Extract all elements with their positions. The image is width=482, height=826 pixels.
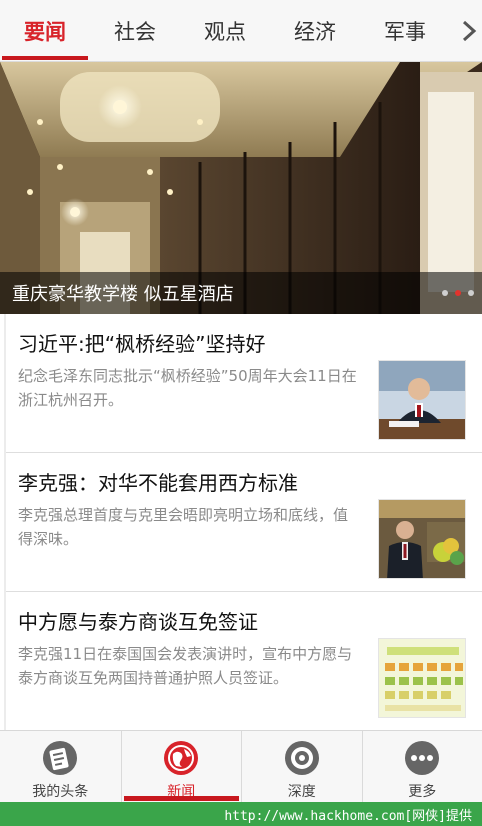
news-summary: 李克强总理首度与克里会晤即亮明立场和底线，值得深味。 — [18, 506, 349, 548]
top-tab-bar: 要闻 社会 观点 经济 军事 — [0, 0, 482, 62]
tab-label: 要闻 — [24, 20, 66, 44]
nav-label: 新闻 — [167, 784, 196, 800]
carousel-dot[interactable] — [442, 290, 448, 296]
carousel-indicator — [442, 290, 474, 296]
globe-icon — [162, 739, 200, 777]
more-dots-icon — [403, 739, 441, 777]
news-summary: 李克强11日在泰国国会发表演讲时，宣布中方愿与泰方商谈互免两国持普通护照人员签证… — [18, 645, 353, 687]
news-item[interactable]: 习近平:把“枫桥经验”坚持好 纪念毛泽东同志批示“枫桥经验”50周年大会11日在… — [6, 314, 482, 453]
tab-label: 社会 — [114, 20, 156, 44]
tab-label: 经济 — [294, 20, 336, 44]
news-summary: 纪念毛泽东同志批示“枫桥经验”50周年大会11日在浙江杭州召开。 — [18, 367, 357, 409]
nav-news[interactable]: 新闻 — [120, 731, 242, 803]
nav-depth[interactable]: 深度 — [241, 731, 362, 803]
tab-label: 军事 — [384, 20, 426, 44]
bottom-nav: 我的头条 新闻 深度 更多 — [0, 730, 482, 803]
tab-junshi[interactable]: 军事 — [360, 0, 450, 62]
news-title: 习近平:把“枫桥经验”坚持好 — [18, 332, 266, 356]
chevron-right-icon[interactable] — [456, 0, 482, 62]
news-title: 李克强：对华不能套用西方标准 — [18, 471, 298, 495]
carousel-dot[interactable] — [468, 290, 474, 296]
news-title: 中方愿与泰方商谈互免签证 — [18, 610, 258, 634]
news-list: 习近平:把“枫桥经验”坚持好 纪念毛泽东同志批示“枫桥经验”50周年大会11日在… — [4, 314, 482, 730]
news-thumbnail — [378, 638, 466, 718]
tab-label: 观点 — [204, 20, 246, 44]
nav-label: 我的头条 — [32, 784, 89, 800]
my-headlines-icon — [41, 739, 79, 777]
nav-label: 深度 — [287, 784, 316, 800]
news-thumbnail — [378, 360, 466, 440]
watermark-text: http://www.hackhome.com[网侠]提供 — [224, 808, 472, 824]
carousel-dot-active[interactable] — [455, 290, 461, 296]
tab-jingji[interactable]: 经济 — [270, 0, 360, 62]
hero-caption-text: 重庆豪华教学楼 似五星酒店 — [12, 284, 234, 305]
target-icon — [283, 739, 321, 777]
watermark-bar: http://www.hackhome.com[网侠]提供 — [0, 802, 482, 826]
nav-more[interactable]: 更多 — [361, 731, 482, 803]
news-item[interactable]: 李克强：对华不能套用西方标准 李克强总理首度与克里会晤即亮明立场和底线，值得深味… — [6, 453, 482, 592]
tab-shehui[interactable]: 社会 — [90, 0, 180, 62]
news-item[interactable]: 中方愿与泰方商谈互免签证 李克强11日在泰国国会发表演讲时，宣布中方愿与泰方商谈… — [6, 592, 482, 730]
hero-banner[interactable]: 重庆豪华教学楼 似五星酒店 — [0, 62, 482, 314]
nav-my-headlines[interactable]: 我的头条 — [0, 731, 121, 803]
nav-label: 更多 — [408, 784, 437, 800]
hero-caption: 重庆豪华教学楼 似五星酒店 — [0, 272, 482, 314]
news-thumbnail — [378, 499, 466, 579]
tab-yaowen[interactable]: 要闻 — [0, 0, 90, 62]
tab-guandian[interactable]: 观点 — [180, 0, 270, 62]
